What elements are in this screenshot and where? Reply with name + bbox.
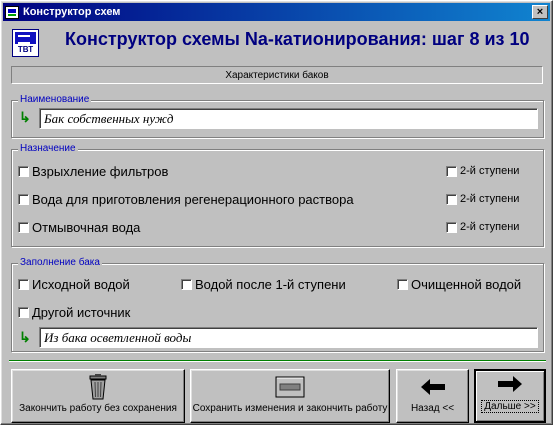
checkbox-label: Вода для приготовления регенерационного …: [32, 192, 354, 207]
checkbox-box[interactable]: [18, 194, 29, 205]
purpose-group: Назначение Взрыхление фильтров 2-й ступе…: [11, 143, 544, 247]
app-window: Конструктор схем × ТВТ Конструктор схемы…: [0, 0, 553, 425]
checkbox-label: 2-й ступени: [460, 165, 520, 177]
checkbox-label: Отмывочная вода: [32, 220, 141, 235]
arrow-right-icon: [496, 371, 524, 397]
checkbox-source-water[interactable]: Исходной водой: [18, 277, 130, 292]
source-field[interactable]: Из бака осветленной воды: [39, 327, 538, 348]
logo-text: ТВТ: [17, 45, 34, 54]
checkbox-label: Исходной водой: [32, 277, 130, 292]
fill-group: Заполнение бака Исходной водой Водой пос…: [11, 257, 544, 352]
checkbox-second-stage-3[interactable]: 2-й ступени: [446, 221, 519, 233]
checkbox-filter-loosening[interactable]: Взрыхление фильтров: [18, 164, 168, 179]
checkbox-box[interactable]: [181, 279, 192, 290]
checkbox-box[interactable]: [446, 193, 457, 205]
save-and-exit-button[interactable]: Сохранить изменения и закончить работу: [190, 369, 390, 423]
checkbox-regeneration-water[interactable]: Вода для приготовления регенерационного …: [18, 192, 354, 207]
fill-group-legend: Заполнение бака: [18, 257, 102, 269]
purpose-group-legend: Назначение: [18, 143, 78, 155]
name-group-legend: Наименование: [18, 94, 92, 106]
checkbox-label: Водой после 1-й ступени: [195, 277, 346, 292]
checkbox-box[interactable]: [446, 165, 457, 177]
checkbox-second-stage-2[interactable]: 2-й ступени: [446, 193, 519, 205]
button-label: Закончить работу без сохранения: [19, 403, 177, 414]
trash-can-icon: [87, 374, 109, 400]
title-bar: Конструктор схем ×: [3, 3, 550, 21]
name-group: Наименование ↳ Бак собственных нужд: [11, 94, 544, 138]
checkbox-box[interactable]: [18, 222, 29, 233]
checkbox-label: 2-й ступени: [460, 193, 520, 205]
page-title: Конструктор схемы Na-катионирования: шаг…: [65, 29, 530, 49]
close-button[interactable]: ×: [532, 5, 548, 19]
divider: [9, 360, 546, 362]
checkbox-box[interactable]: [18, 279, 29, 290]
checkbox-label: 2-й ступени: [460, 221, 520, 233]
button-label: Дальше >>: [481, 400, 539, 413]
checkbox-other-source[interactable]: Другой источник: [18, 305, 130, 320]
checkbox-box[interactable]: [18, 307, 29, 318]
checkbox-label: Другой источник: [32, 305, 131, 320]
next-button[interactable]: Дальше >>: [474, 369, 546, 423]
checkbox-after-stage-1[interactable]: Водой после 1-й ступени: [181, 277, 346, 292]
button-label: Сохранить изменения и закончить работу: [192, 403, 388, 414]
checkbox-label: Взрыхление фильтров: [32, 164, 169, 179]
checkbox-purified-water[interactable]: Очищенной водой: [397, 277, 521, 292]
arrow-left-icon: [419, 374, 447, 400]
tbt-logo-icon: ТВТ: [12, 29, 39, 57]
back-button[interactable]: Назад <<: [396, 369, 469, 423]
checkbox-second-stage-1[interactable]: 2-й ступени: [446, 165, 519, 177]
tank-name-field[interactable]: Бак собственных нужд: [39, 108, 538, 129]
green-arrow-icon: ↳: [19, 109, 31, 125]
button-label: Назад <<: [410, 403, 455, 414]
checkbox-box[interactable]: [397, 279, 408, 290]
window-title: Конструктор схем: [23, 6, 121, 18]
checkbox-box[interactable]: [18, 166, 29, 177]
section-title: Характеристики баков: [11, 66, 543, 84]
app-icon: [5, 5, 19, 19]
save-icon: [275, 374, 305, 400]
checkbox-rinse-water[interactable]: Отмывочная вода: [18, 220, 140, 235]
green-arrow-icon: ↳: [19, 329, 31, 345]
checkbox-box[interactable]: [446, 221, 457, 233]
exit-without-save-button[interactable]: Закончить работу без сохранения: [11, 369, 185, 423]
checkbox-label: Очищенной водой: [411, 277, 522, 292]
